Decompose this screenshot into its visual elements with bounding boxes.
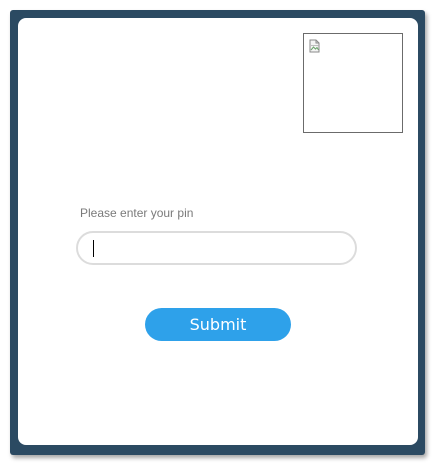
pin-dialog: Please enter your pin Submit [18,18,418,445]
pin-label: Please enter your pin [80,206,194,220]
broken-image-icon [309,38,321,53]
submit-button[interactable]: Submit [145,308,291,341]
window-frame: Please enter your pin Submit [10,10,425,455]
text-caret [93,240,94,257]
pin-input[interactable] [76,231,357,265]
image-placeholder [303,33,403,133]
